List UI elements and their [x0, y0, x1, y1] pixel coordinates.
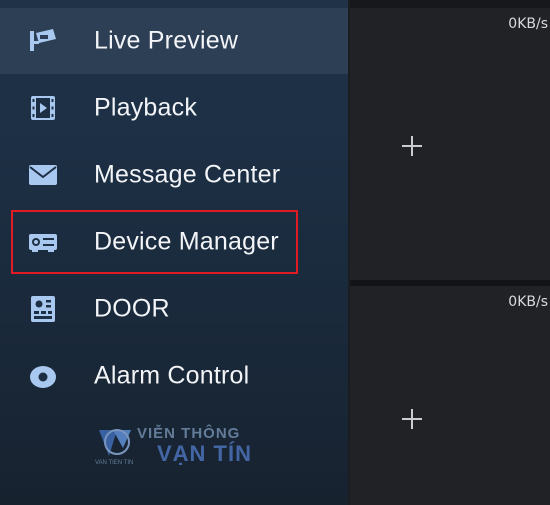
app-screen: Live Preview Playback Message Center Dev…	[0, 0, 550, 505]
envelope-icon	[27, 159, 59, 191]
pane-speed-label: 0KB/s	[508, 16, 548, 32]
watermark-line1: VIỄN THÔNG	[137, 425, 241, 442]
menu-label-device-manager: Device Manager	[94, 227, 279, 256]
watermark-logo: VIỄN THÔNG VẠN TÍN VAN TIEN TIN	[95, 420, 265, 470]
navigation-drawer: Live Preview Playback Message Center Dev…	[0, 0, 348, 505]
watermark-line2: VẠN TÍN	[157, 441, 252, 466]
watermark-small: VAN TIEN TIN	[95, 460, 134, 466]
camera-icon	[27, 25, 59, 57]
menu-item-device-manager[interactable]: Device Manager	[0, 209, 348, 275]
menu-item-live-preview[interactable]: Live Preview	[0, 8, 348, 74]
add-device-plus-icon[interactable]	[400, 134, 424, 158]
menu-item-alarm-control[interactable]: Alarm Control	[0, 343, 348, 409]
watermark-emblem-icon	[99, 429, 131, 456]
menu-item-door[interactable]: DOOR	[0, 276, 348, 342]
film-icon	[27, 92, 59, 124]
add-device-plus-icon[interactable]	[400, 407, 424, 431]
menu-item-playback[interactable]: Playback	[0, 75, 348, 141]
menu-label-playback: Playback	[94, 93, 198, 122]
menu-item-message-center[interactable]: Message Center	[0, 142, 348, 208]
alarm-disc-icon	[27, 360, 59, 392]
menu-label-message-center: Message Center	[94, 160, 281, 189]
menu-label-door: DOOR	[94, 294, 170, 323]
door-panel-icon	[27, 293, 59, 325]
pane-speed-label: 0KB/s	[508, 294, 548, 310]
menu-label-alarm-control: Alarm Control	[94, 361, 250, 390]
menu-label-live-preview: Live Preview	[94, 26, 239, 55]
device-icon	[27, 226, 59, 258]
video-pane-2[interactable]: 0KB/s	[350, 286, 550, 505]
video-pane-1[interactable]: 0KB/s	[350, 8, 550, 280]
pane-top-divider	[350, 0, 550, 8]
